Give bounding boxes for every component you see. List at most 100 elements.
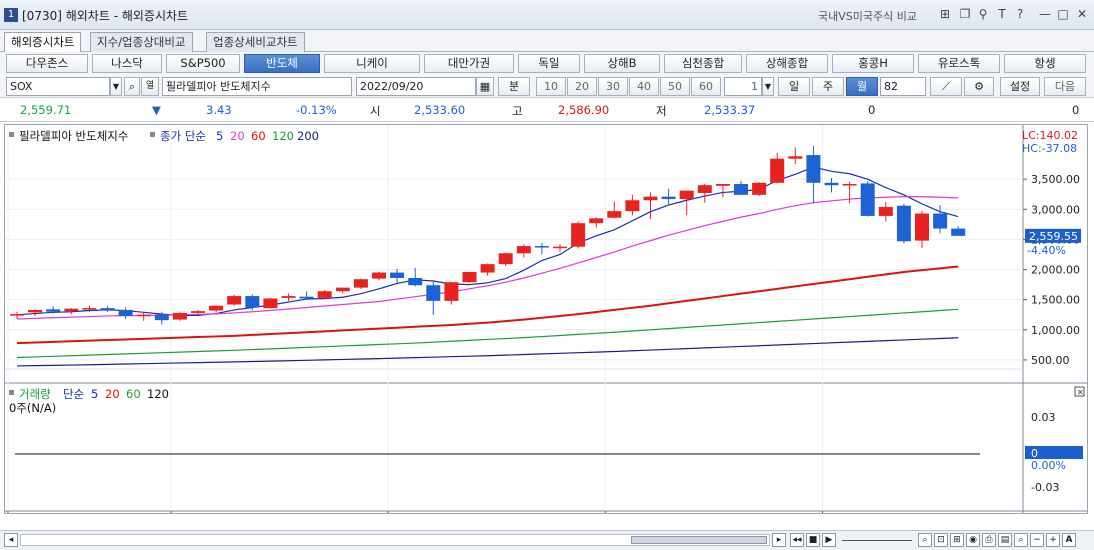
- interval-20-button[interactable]: 20: [567, 77, 597, 96]
- open-label: 시: [370, 104, 381, 118]
- scroll-thumb[interactable]: [631, 536, 767, 544]
- tab-index-compare[interactable]: 지수/업종상대비교: [90, 32, 193, 52]
- candle-body: [734, 183, 748, 195]
- horizontal-scrollbar[interactable]: [20, 534, 770, 546]
- search-icon[interactable]: ⌕: [124, 77, 140, 96]
- help-icon[interactable]: ?: [1013, 7, 1027, 21]
- candle-body: [408, 277, 423, 286]
- grid-icon[interactable]: ⊞: [950, 533, 964, 547]
- quote-row: 2,559.71 ▼ 3.43 -0.13% 시 2,533.60 고 2,58…: [0, 99, 1094, 122]
- zoom-out-icon[interactable]: −: [1030, 533, 1044, 547]
- pin-icon[interactable]: ⚲: [976, 7, 990, 21]
- candle-body: [245, 296, 260, 308]
- volume-legend-ma5: 5: [91, 387, 98, 401]
- count-input[interactable]: 82: [880, 77, 926, 96]
- interval-select[interactable]: 1: [724, 77, 762, 96]
- search-chart-icon[interactable]: ⌕: [1014, 533, 1028, 547]
- legend-ma20: 20: [230, 129, 245, 143]
- index-button-dow[interactable]: 다우존스: [6, 54, 88, 73]
- compare-link[interactable]: 국내VS미국주식 비교: [818, 8, 917, 24]
- window-number-badge: 1: [4, 8, 18, 22]
- link-icon[interactable]: ⊞: [938, 7, 952, 21]
- index-button-semiconductor[interactable]: 반도체: [244, 54, 320, 73]
- price-chart[interactable]: 필라델피아 반도체지수 종가 단순 5 20 60 120 200 거래량 단순…: [5, 125, 1087, 527]
- gear-icon[interactable]: ⚙: [964, 77, 994, 96]
- rewind-icon[interactable]: ◂◂: [790, 533, 804, 547]
- open-value: 2,533.60: [414, 103, 466, 117]
- interval-30-button[interactable]: 30: [598, 77, 628, 96]
- list-icon[interactable]: 열: [141, 77, 159, 96]
- index-button-nasdaq[interactable]: 나스닥: [92, 54, 162, 73]
- change-percent: -0.13%: [296, 103, 337, 117]
- index-button-eurostoxx[interactable]: 유로스톡: [918, 54, 1000, 73]
- legend-ma120: 120: [272, 129, 294, 143]
- legend-ma60: 60: [251, 129, 266, 143]
- text-size-icon[interactable]: A: [1062, 533, 1076, 547]
- index-button-nikkei[interactable]: 니케이: [324, 54, 420, 73]
- candle-body: [480, 264, 495, 273]
- candle-body: [933, 213, 948, 229]
- chart-type-icon[interactable]: ⟋: [930, 77, 962, 96]
- interval-50-button[interactable]: 50: [660, 77, 690, 96]
- close-icon[interactable]: ✕: [1075, 7, 1089, 21]
- candle-body: [516, 246, 531, 254]
- interval-dropdown-icon[interactable]: ▼: [762, 77, 774, 96]
- fit-icon[interactable]: ⊡: [934, 533, 948, 547]
- index-button-row: 다우존스 나스닥 S&P500 반도체 니케이 대만가권 독일 상해B 심천종합…: [0, 52, 1094, 75]
- candle-body: [191, 311, 205, 313]
- candle-body: [589, 218, 604, 224]
- change-arrow-icon: ▼: [152, 103, 161, 117]
- interval-40-button[interactable]: 40: [629, 77, 659, 96]
- index-button-shanghai-b[interactable]: 상해B: [584, 54, 660, 73]
- tab-bar: 해외증시차트 지수/업종상대비교 업종상세비교차트: [0, 30, 1094, 53]
- maximize-icon[interactable]: □: [1056, 7, 1070, 21]
- candle-body: [661, 196, 676, 200]
- camera-icon[interactable]: ◉: [966, 533, 980, 547]
- index-button-shanghai-composite[interactable]: 상해종합: [746, 54, 828, 73]
- scroll-right-icon[interactable]: ▸: [772, 533, 786, 547]
- chart-frame[interactable]: 필라델피아 반도체지수 종가 단순 5 20 60 120 200 거래량 단순…: [4, 124, 1088, 527]
- minimize-icon[interactable]: —: [1038, 7, 1052, 21]
- volume-legend-name: 거래량: [19, 387, 51, 401]
- index-button-taiwan[interactable]: 대만가권: [424, 54, 514, 73]
- calendar-icon[interactable]: ▦: [476, 77, 494, 96]
- date-input[interactable]: 2022/09/20: [356, 77, 476, 96]
- candle-body: [462, 271, 477, 283]
- settings-button[interactable]: 설정: [1000, 77, 1040, 96]
- tab-sector-compare[interactable]: 업종상세비교차트: [206, 32, 305, 52]
- candle-body: [64, 308, 79, 312]
- period-week-button[interactable]: 주: [812, 77, 844, 96]
- index-button-hongkong-h[interactable]: 홍콩H: [832, 54, 914, 73]
- period-month-button[interactable]: 월: [846, 77, 878, 96]
- copy-icon[interactable]: ❐: [958, 7, 972, 21]
- candle-body: [209, 305, 224, 311]
- interval-60-button[interactable]: 60: [691, 77, 721, 96]
- interval-10-button[interactable]: 10: [536, 77, 566, 96]
- print-icon[interactable]: ⎙: [982, 533, 996, 547]
- next-button[interactable]: 다음: [1044, 77, 1086, 96]
- zoom-slider[interactable]: [842, 540, 912, 541]
- index-button-sp500[interactable]: S&P500: [166, 54, 240, 73]
- candle-body: [860, 183, 875, 216]
- lc-label: LC:140.02: [1022, 129, 1078, 142]
- zoom-in-icon[interactable]: +: [1046, 533, 1060, 547]
- minute-button[interactable]: 분: [498, 77, 530, 96]
- candle-body: [788, 156, 803, 159]
- y-tick-label: 3,000.00: [1031, 203, 1080, 216]
- tab-overseas-chart[interactable]: 해외증시차트: [4, 32, 82, 53]
- scroll-left-icon[interactable]: ◂: [4, 533, 18, 547]
- play-icon[interactable]: ▶: [822, 533, 836, 547]
- symbol-input[interactable]: SOX: [6, 77, 110, 96]
- period-day-button[interactable]: 일: [778, 77, 810, 96]
- index-button-shenzhen[interactable]: 심천종합: [664, 54, 742, 73]
- search-zoom-icon[interactable]: ⌕: [918, 533, 932, 547]
- candle-body: [353, 279, 368, 288]
- volume-status: 0주(N/A): [9, 401, 56, 415]
- stop-icon[interactable]: ■: [806, 533, 820, 547]
- symbol-dropdown-icon[interactable]: ▼: [110, 77, 122, 96]
- index-button-hangseng[interactable]: 항셍: [1004, 54, 1086, 73]
- candle-body: [896, 205, 911, 242]
- save-icon[interactable]: ▤: [998, 533, 1012, 547]
- font-icon[interactable]: T: [995, 7, 1009, 21]
- index-button-germany[interactable]: 독일: [518, 54, 580, 73]
